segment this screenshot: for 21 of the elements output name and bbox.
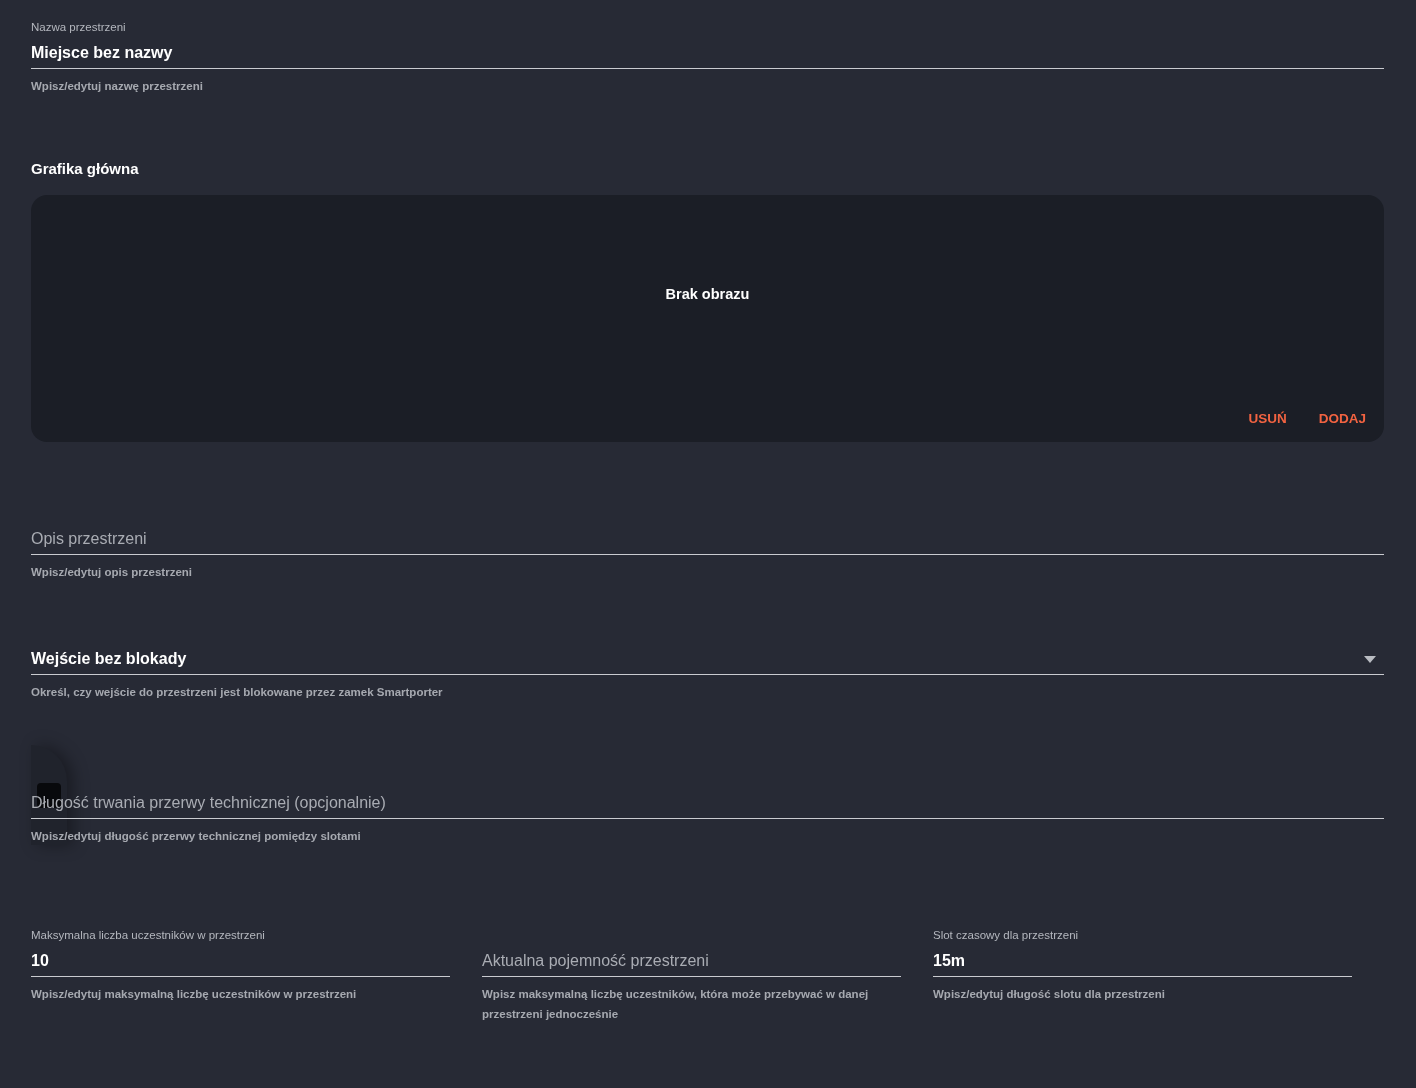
- action-button[interactable]: DODAJ: [1318, 411, 1366, 426]
- helper-text: Wpisz maksymalną liczbę uczestników, która może przebywać w danej przestrzeni jednocześnie: [482, 987, 870, 1022]
- text-field[interactable]: 10: [31, 945, 450, 977]
- field-label: Maksymalna liczba uczestników w przestrzeni: [31, 928, 266, 943]
- text-field[interactable]: Miejsce bez nazwy: [31, 37, 1384, 69]
- helper-text: Wpisz/edytuj opis przestrzeni: [31, 565, 194, 580]
- action-button[interactable]: USUŃ: [1248, 411, 1287, 426]
- empty-image-text: Brak obrazu: [665, 285, 750, 302]
- text-field[interactable]: Aktualna pojemność przestrzeni: [482, 945, 901, 977]
- field-label: Nazwa przestrzeni: [31, 20, 127, 35]
- helper-text: Wpisz/edytuj maksymalną liczbę uczestników w przestrzeni: [31, 987, 358, 1002]
- helper-text: Wpisz/edytuj długość przerwy technicznej pomiędzy slotami: [31, 829, 362, 844]
- helper-text: Wpisz/edytuj nazwę przestrzeni: [31, 79, 204, 94]
- text-field[interactable]: Wejście bez blokady: [31, 643, 1384, 675]
- helper-text: Określ, czy wejście do przestrzeni jest blokowane przez zamek Smartporter: [31, 685, 444, 700]
- helper-text: Wpisz/edytuj długość slotu dla przestrzeni: [933, 987, 1166, 1002]
- text-field[interactable]: Opis przestrzeni: [31, 523, 1384, 555]
- dropdown-caret-icon[interactable]: [1364, 656, 1376, 663]
- text-field[interactable]: 15m: [933, 945, 1352, 977]
- section-title: Grafika główna: [31, 160, 140, 177]
- field-label: Slot czasowy dla przestrzeni: [933, 928, 1080, 943]
